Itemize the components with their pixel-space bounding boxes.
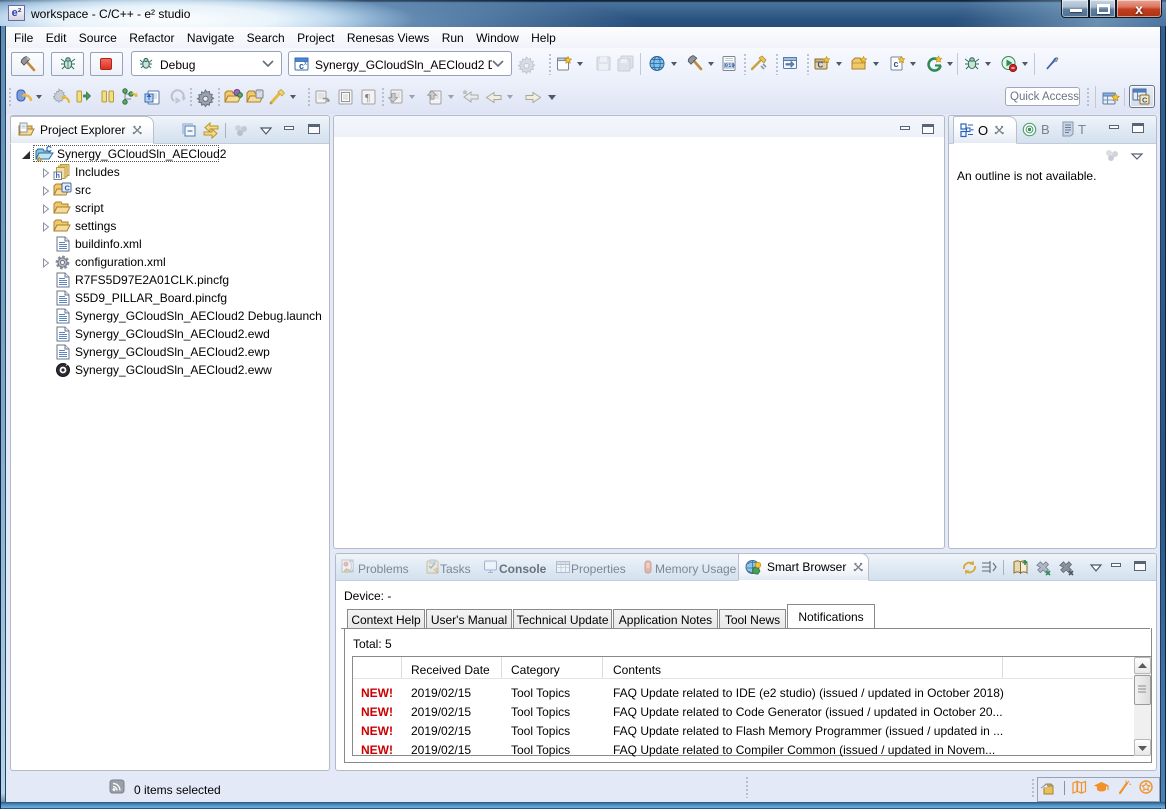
- svg-text:!: !: [346, 568, 347, 574]
- svg-text:¶: ¶: [365, 92, 370, 104]
- svg-text:x: x: [304, 61, 307, 67]
- svg-text:h: h: [56, 173, 60, 180]
- svg-text:C: C: [65, 184, 71, 193]
- svg-text:010: 010: [725, 62, 735, 69]
- svg-text:c: c: [894, 59, 899, 69]
- svg-text:C: C: [818, 61, 824, 70]
- svg-text:C: C: [1142, 96, 1148, 105]
